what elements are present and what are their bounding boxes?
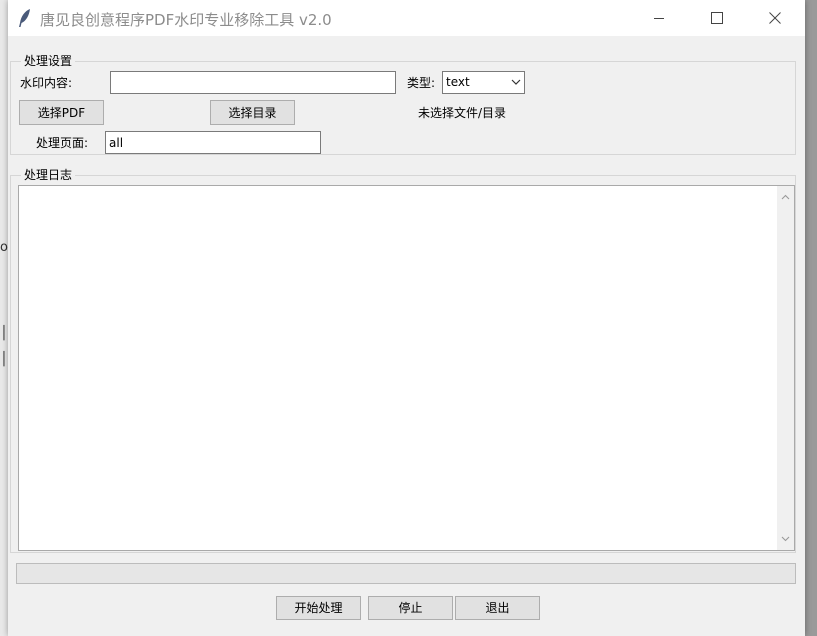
type-label: 类型: bbox=[407, 76, 436, 90]
selection-status: 未选择文件/目录 bbox=[418, 106, 507, 120]
select-pdf-button[interactable]: 选择PDF bbox=[19, 100, 104, 125]
title-bar[interactable]: 唐见良创意程序PDF水印专业移除工具 v2.0 bbox=[8, 0, 805, 36]
background-glyph: │ bbox=[0, 352, 8, 367]
app-window: 唐见良创意程序PDF水印专业移除工具 v2.0 处理设置 水印内容: 类型: t… bbox=[8, 0, 805, 636]
start-button[interactable]: 开始处理 bbox=[276, 596, 361, 620]
scroll-down-icon[interactable] bbox=[781, 536, 790, 542]
window-title: 唐见良创意程序PDF水印专业移除工具 v2.0 bbox=[40, 11, 332, 29]
background-window-edge bbox=[0, 0, 8, 636]
progress-bar bbox=[16, 563, 796, 584]
watermark-input[interactable] bbox=[110, 71, 396, 94]
close-button[interactable] bbox=[752, 0, 798, 36]
pages-label: 处理页面: bbox=[36, 136, 89, 150]
close-icon bbox=[769, 12, 781, 24]
minimize-icon bbox=[654, 18, 664, 19]
settings-group-label: 处理设置 bbox=[21, 54, 76, 68]
type-select-value: text bbox=[446, 75, 470, 89]
chevron-down-icon bbox=[511, 79, 521, 85]
watermark-label: 水印内容: bbox=[20, 76, 73, 90]
pages-input[interactable] bbox=[105, 131, 321, 154]
maximize-button[interactable] bbox=[694, 0, 740, 36]
minimize-button[interactable] bbox=[636, 0, 682, 36]
log-textarea[interactable] bbox=[18, 185, 795, 551]
log-scrollbar[interactable] bbox=[777, 186, 794, 550]
type-select[interactable]: text bbox=[442, 71, 525, 94]
background-glyph: │ bbox=[0, 326, 8, 341]
feather-icon bbox=[18, 8, 32, 28]
background-glyph: ο bbox=[0, 240, 8, 255]
maximize-icon bbox=[711, 12, 723, 24]
scroll-up-icon[interactable] bbox=[781, 194, 790, 200]
log-group-label: 处理日志 bbox=[21, 168, 76, 182]
stop-button[interactable]: 停止 bbox=[368, 596, 453, 620]
exit-button[interactable]: 退出 bbox=[455, 596, 540, 620]
select-directory-button[interactable]: 选择目录 bbox=[210, 100, 295, 125]
